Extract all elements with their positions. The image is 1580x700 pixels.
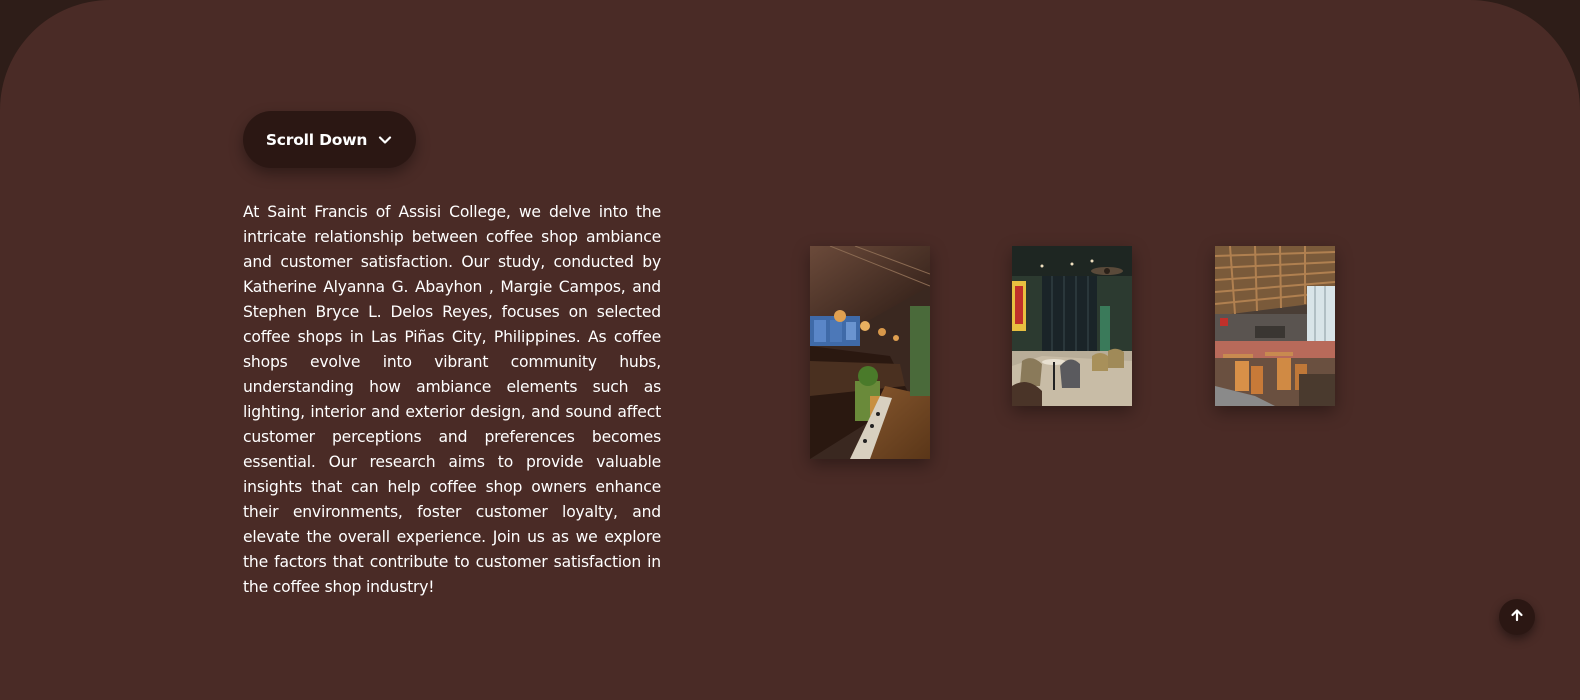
gallery-photo-wood-ceiling [1215, 246, 1335, 406]
about-section-panel [0, 0, 1580, 700]
scroll-down-button[interactable]: Scroll Down [243, 111, 416, 168]
arrow-up-icon [1509, 607, 1525, 627]
back-to-top-button[interactable] [1499, 599, 1535, 635]
gallery-photo-seating [1012, 246, 1132, 406]
gallery-photo-counter [810, 246, 930, 459]
intro-paragraph: At Saint Francis of Assisi College, we d… [243, 203, 661, 596]
scroll-down-label: Scroll Down [265, 130, 368, 149]
chevron-down-icon [377, 132, 393, 148]
